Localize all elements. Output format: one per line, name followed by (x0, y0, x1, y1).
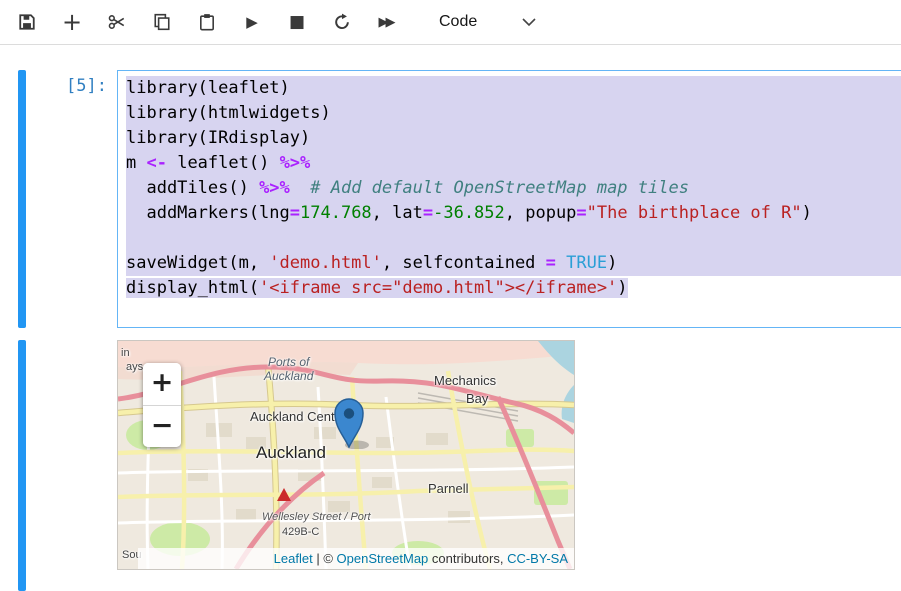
code-line[interactable] (126, 226, 901, 251)
code-line[interactable]: library(htmlwidgets) (126, 101, 901, 126)
zoom-out-button[interactable]: − (143, 405, 181, 447)
map-labels: in ays Ports of Auckland Mechanics Bay Aucklan… (118, 341, 574, 569)
map-attribution-text: Leaflet | © OpenStreetMap contributors, … (274, 551, 568, 566)
code-line[interactable]: display_html('<iframe src="demo.html"></… (126, 276, 901, 301)
fast-forward-icon: ▶▶ (378, 14, 396, 30)
map-label: Auckland (256, 443, 326, 462)
cut-cells-button[interactable] (100, 6, 134, 38)
scissors-icon (108, 15, 125, 29)
zoom-control: + − (143, 363, 181, 447)
attribution-text: contributors, (428, 551, 508, 566)
map-label: Wellesley Street / Port (262, 511, 371, 523)
map-marker-icon[interactable] (327, 395, 375, 449)
stop-icon: ■ (288, 11, 306, 32)
cell-type-label: Code (439, 13, 478, 30)
copy-cells-button[interactable] (145, 6, 179, 38)
map-label: Mechanics (434, 373, 497, 388)
play-icon: ▶ (246, 12, 258, 31)
attribution-link[interactable]: CC-BY-SA (507, 551, 568, 566)
map-label: in (121, 347, 130, 359)
map-label: Auckland (264, 369, 314, 383)
output-cell: in ays Ports of Auckland Mechanics Bay Aucklan… (18, 340, 901, 591)
code-lines: library(leaflet) library(htmlwidgets) libr… (126, 76, 901, 301)
insert-cell-button[interactable]: + (55, 6, 89, 38)
map-attribution: Leaflet | © OpenStreetMap contributors, … (138, 548, 574, 569)
notebook-toolbar: + ▶ ■ ▶▶ Code (0, 0, 901, 45)
code-cell: [5]: library(leaflet) library(htmlwidgets… (18, 70, 901, 328)
attribution-link[interactable]: OpenStreetMap (337, 551, 429, 566)
map-label: ays (126, 361, 144, 373)
input-collapser[interactable] (18, 70, 26, 328)
code-line[interactable]: saveWidget(m, 'demo.html', selfcontained… (126, 251, 901, 276)
run-cell-button[interactable]: ▶ (235, 6, 269, 38)
restart-kernel-button[interactable] (325, 6, 359, 38)
restart-run-all-button[interactable]: ▶▶ (370, 6, 404, 38)
attribution-text: | © (312, 551, 337, 566)
save-icon (19, 14, 35, 30)
map-label: Ports of (268, 355, 310, 369)
output-area: in ays Ports of Auckland Mechanics Bay Aucklan… (117, 340, 575, 591)
map-label: Parnell (428, 481, 469, 496)
clipboard-icon (200, 14, 214, 31)
leaflet-map[interactable]: in ays Ports of Auckland Mechanics Bay Aucklan… (117, 340, 575, 570)
cell-type-dropdown[interactable]: Code (439, 13, 537, 31)
paste-cells-button[interactable] (190, 6, 224, 38)
code-line[interactable]: m <- leaflet() %>% (126, 151, 901, 176)
interrupt-kernel-button[interactable]: ■ (280, 6, 314, 38)
output-collapser[interactable] (18, 340, 26, 591)
output-prompt (26, 340, 117, 591)
notebook-area: [5]: library(leaflet) library(htmlwidgets… (0, 45, 901, 591)
chevron-down-icon (522, 18, 536, 27)
map-label: 429B-C (282, 526, 320, 538)
code-line[interactable]: addMarkers(lng=174.768, lat=-36.852, pop… (126, 201, 901, 226)
code-line[interactable]: library(leaflet) (126, 76, 901, 101)
zoom-in-button[interactable]: + (143, 363, 181, 405)
plus-icon: + (61, 8, 83, 36)
code-line[interactable]: library(IRdisplay) (126, 126, 901, 151)
copy-icon (154, 13, 170, 31)
map-label: Bay (466, 391, 489, 406)
attribution-link[interactable]: Leaflet (274, 551, 313, 566)
restart-icon (335, 13, 349, 29)
execution-count: [5]: (66, 76, 107, 96)
code-line[interactable]: addTiles() %>% # Add default OpenStreetM… (126, 176, 901, 201)
save-button[interactable] (10, 6, 44, 38)
code-editor[interactable]: library(leaflet) library(htmlwidgets) libr… (117, 70, 901, 328)
